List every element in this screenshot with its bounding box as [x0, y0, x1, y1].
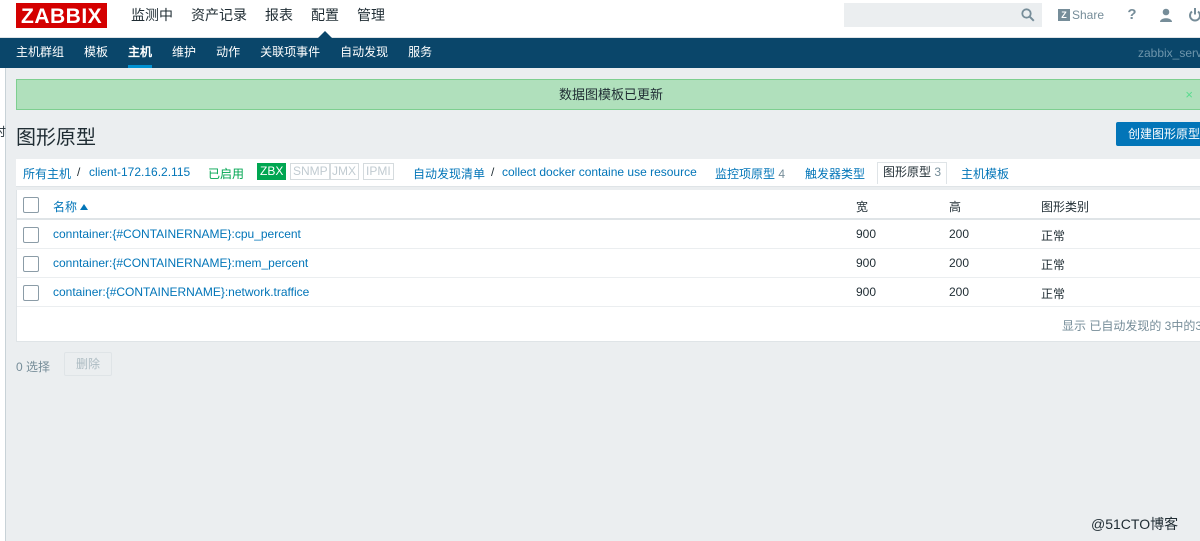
- row-checkbox[interactable]: [23, 285, 39, 301]
- graph-type: 正常: [1041, 287, 1066, 301]
- top-bar: ZABBIX 监测中 资产记录 报表 配置 管理 Z Share ?: [0, 0, 1200, 38]
- badge-ipmi: IPMI: [363, 163, 394, 180]
- table-footer-count: 显示 已自动发现的 3中的3: [1062, 319, 1200, 333]
- share-label: Share: [1072, 8, 1105, 22]
- sub-nav-event-correlation[interactable]: 关联项事件: [250, 38, 330, 68]
- page-title: 图形原型: [16, 127, 96, 149]
- sub-nav-templates[interactable]: 模板: [74, 38, 118, 68]
- server-name: zabbix_serv: [1137, 46, 1200, 60]
- table-row: container:{#CONTAINERNAME}:network.traff…: [17, 278, 1200, 307]
- graph-name-link[interactable]: container:{#CONTAINERNAME}:network.traff…: [53, 285, 309, 299]
- graph-name-link[interactable]: conntainer:{#CONTAINERNAME}:mem_percent: [53, 256, 308, 270]
- help-icon[interactable]: ?: [1124, 6, 1140, 24]
- graph-height: 200: [949, 256, 970, 270]
- main-nav: 监测中 资产记录 报表 配置 管理: [122, 0, 394, 38]
- sub-nav-host-groups[interactable]: 主机群组: [6, 38, 74, 68]
- main-nav-monitoring[interactable]: 监测中: [122, 0, 182, 38]
- sub-nav-services[interactable]: 服务: [398, 38, 442, 68]
- graph-height: 200: [949, 285, 970, 299]
- create-graph-prototype-button[interactable]: 创建图形原型: [1116, 122, 1200, 146]
- row-checkbox[interactable]: [23, 256, 39, 272]
- graph-height: 200: [949, 227, 970, 241]
- sub-nav: 主机群组 模板 主机 维护 动作 关联项事件 自动发现 服务 zabbix_se…: [0, 38, 1200, 68]
- header-width: 宽: [856, 200, 869, 214]
- sort-asc-icon: [80, 204, 89, 210]
- header-height: 高: [949, 200, 962, 214]
- header-name[interactable]: 名称: [53, 198, 89, 215]
- left-edge: 时: [0, 68, 6, 541]
- sub-nav-hosts[interactable]: 主机: [118, 38, 162, 68]
- power-icon[interactable]: [1188, 7, 1200, 23]
- host-breadcrumb: 所有主机 / client-172.16.2.115 已启用 ZBX SNMP …: [16, 159, 1200, 187]
- breadcrumb-discovery-list[interactable]: 自动发现清单: [413, 165, 485, 182]
- tab-item-prototypes-label: 监控项原型: [715, 167, 776, 181]
- main-nav-inventory[interactable]: 资产记录: [182, 0, 256, 38]
- search-icon[interactable]: [1021, 8, 1035, 22]
- graph-prototypes-table: 名称 宽 高 图形类别 conntainer:{#CONTAINERNAME}:…: [16, 190, 1200, 342]
- graph-width: 900: [856, 285, 877, 299]
- tab-trigger-types[interactable]: 触发器类型: [805, 165, 865, 182]
- breadcrumb-separator: /: [77, 165, 81, 179]
- row-checkbox[interactable]: [23, 227, 39, 243]
- badge-jmx: JMX: [329, 163, 359, 180]
- sub-nav-maintenance[interactable]: 维护: [162, 38, 206, 68]
- main-nav-configuration[interactable]: 配置: [302, 0, 348, 38]
- breadcrumb-all-hosts[interactable]: 所有主机: [23, 165, 71, 182]
- select-all-checkbox[interactable]: [23, 197, 39, 213]
- selected-count: 0 选择: [16, 360, 51, 374]
- tab-item-prototypes[interactable]: 监控项原型 4: [715, 165, 785, 182]
- breadcrumb-separator: /: [491, 165, 495, 179]
- search-input[interactable]: [845, 4, 1015, 26]
- delete-button[interactable]: 删除: [64, 352, 112, 376]
- header-graph-type: 图形类别: [1041, 200, 1090, 214]
- graph-type: 正常: [1041, 229, 1066, 243]
- share-button[interactable]: Z Share: [1058, 7, 1104, 23]
- graph-type: 正常: [1041, 258, 1066, 272]
- tab-graph-prototypes-count: 3: [934, 165, 942, 179]
- table-row: conntainer:{#CONTAINERNAME}:cpu_percent …: [17, 220, 1200, 249]
- sub-nav-actions[interactable]: 动作: [206, 38, 250, 68]
- tab-graph-prototypes[interactable]: 图形原型 3: [877, 162, 948, 184]
- graph-width: 900: [856, 227, 877, 241]
- main-nav-reports[interactable]: 报表: [256, 0, 302, 38]
- search-box: [844, 3, 1042, 27]
- share-z-icon: Z: [1058, 9, 1070, 21]
- graph-width: 900: [856, 256, 877, 270]
- watermark: @51CTO博客: [1091, 516, 1179, 532]
- breadcrumb-discovery-rule[interactable]: collect docker containe use resource: [502, 165, 697, 179]
- main-nav-administration[interactable]: 管理: [348, 0, 394, 38]
- badge-zbx: ZBX: [257, 163, 287, 180]
- sub-nav-discovery[interactable]: 自动发现: [330, 38, 398, 68]
- tab-host-templates[interactable]: 主机模板: [961, 165, 1009, 182]
- table-header: 名称 宽 高 图形类别: [17, 190, 1200, 220]
- close-icon[interactable]: ×: [1185, 80, 1193, 109]
- tab-graph-prototypes-label: 图形原型: [883, 165, 932, 179]
- success-message-text: 数据图模板已更新: [558, 87, 663, 102]
- user-icon[interactable]: [1158, 7, 1174, 23]
- zabbix-logo[interactable]: ZABBIX: [16, 3, 108, 28]
- tab-item-prototypes-count: 4: [778, 167, 786, 181]
- graph-name-link[interactable]: conntainer:{#CONTAINERNAME}:cpu_percent: [53, 227, 301, 241]
- table-row: conntainer:{#CONTAINERNAME}:mem_percent …: [17, 249, 1200, 278]
- success-message: 数据图模板已更新 ×: [16, 79, 1200, 110]
- breadcrumb-host[interactable]: client-172.16.2.115: [89, 165, 190, 179]
- left-edge-text: 时: [0, 125, 7, 139]
- host-status-enabled: 已启用: [208, 167, 245, 181]
- badge-snmp: SNMP: [290, 163, 331, 180]
